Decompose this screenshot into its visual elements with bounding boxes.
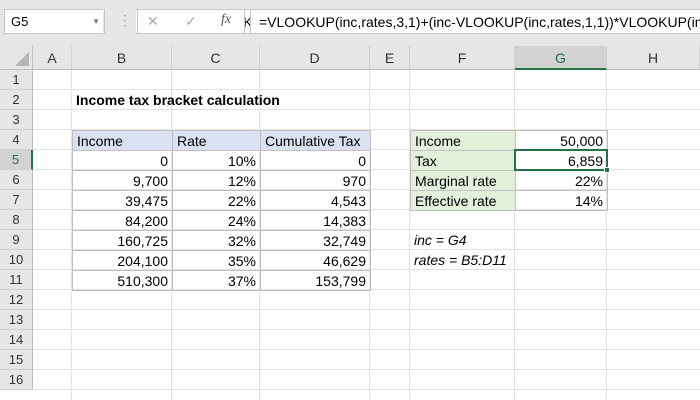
rates-cell[interactable]: 160,725 (72, 230, 173, 251)
row-header-15[interactable]: 15 (0, 350, 33, 370)
active-cell-border (514, 149, 608, 171)
row-header-2[interactable]: 2 (0, 90, 33, 110)
column-header-D[interactable]: D (260, 46, 370, 70)
rates-header-cell[interactable]: Cumulative Tax (260, 130, 371, 151)
fill-handle[interactable] (604, 167, 610, 173)
row-header-10[interactable]: 10 (0, 250, 33, 270)
formula-command-box: ✕ ✓ fx (137, 9, 245, 34)
drag-handle-icon[interactable]: ⋮ (118, 12, 132, 29)
rates-cell[interactable]: 204,100 (72, 250, 173, 271)
rates-cell[interactable]: 970 (260, 170, 371, 191)
rates-cell[interactable]: 12% (172, 170, 261, 191)
rates-cell[interactable]: 84,200 (72, 210, 173, 231)
row-header-4[interactable]: 4 (0, 130, 33, 150)
summary-value[interactable]: 22% (515, 170, 608, 191)
column-header-A[interactable]: A (33, 46, 72, 70)
rates-cell[interactable]: 35% (172, 250, 261, 271)
rates-cell[interactable]: 14,383 (260, 210, 371, 231)
rates-cell[interactable]: 10% (172, 150, 261, 171)
column-header-C[interactable]: C (172, 46, 260, 70)
formula-input[interactable]: =VLOOKUP(inc,rates,3,1)+(inc-VLOOKUP(inc… (250, 9, 700, 34)
insert-function-icon[interactable]: fx (221, 12, 231, 28)
row-header-8[interactable]: 8 (0, 210, 33, 230)
select-all-button[interactable] (0, 46, 33, 70)
rates-cell[interactable]: 24% (172, 210, 261, 231)
named-range-note[interactable]: inc = G4 (410, 230, 610, 250)
row-header-3[interactable]: 3 (0, 110, 33, 130)
column-header-G[interactable]: G (515, 46, 607, 70)
name-box[interactable]: G5 ▼ (4, 9, 106, 34)
row-header-5[interactable]: 5 (0, 150, 33, 170)
rates-cell[interactable]: 153,799 (260, 270, 371, 291)
column-header-E[interactable]: E (370, 46, 410, 70)
rates-cell[interactable]: 39,475 (72, 190, 173, 211)
column-header-B[interactable]: B (72, 46, 172, 70)
rates-cell[interactable]: 46,629 (260, 250, 371, 271)
row-header-14[interactable]: 14 (0, 330, 33, 350)
enter-icon[interactable]: ✓ (185, 13, 197, 30)
rates-cell[interactable]: 4,543 (260, 190, 371, 211)
rates-cell[interactable]: 9,700 (72, 170, 173, 191)
rates-cell[interactable]: 510,300 (72, 270, 173, 291)
sheet-title[interactable]: Income tax bracket calculation (72, 90, 372, 110)
rates-header-cell[interactable]: Income (72, 130, 173, 151)
summary-label[interactable]: Effective rate (410, 190, 516, 211)
rates-cell[interactable]: 0 (260, 150, 371, 171)
row-header-12[interactable]: 12 (0, 290, 33, 310)
rates-cell[interactable]: 22% (172, 190, 261, 211)
summary-value[interactable]: 50,000 (515, 130, 608, 151)
column-header-H[interactable]: H (607, 46, 700, 70)
summary-label[interactable]: Tax (410, 150, 516, 171)
name-box-value: G5 (11, 14, 29, 29)
row-header-16[interactable]: 16 (0, 370, 33, 390)
rates-cell[interactable]: 32,749 (260, 230, 371, 251)
summary-label[interactable]: Income (410, 130, 516, 151)
summary-label[interactable]: Marginal rate (410, 170, 516, 191)
row-header-11[interactable]: 11 (0, 270, 33, 290)
summary-value[interactable]: 14% (515, 190, 608, 211)
row-header-1[interactable]: 1 (0, 70, 33, 90)
rates-cell[interactable]: 37% (172, 270, 261, 291)
rates-header-cell[interactable]: Rate (172, 130, 261, 151)
row-header-6[interactable]: 6 (0, 170, 33, 190)
chevron-down-icon[interactable]: ▼ (92, 17, 100, 26)
row-header-9[interactable]: 9 (0, 230, 33, 250)
row-header-7[interactable]: 7 (0, 190, 33, 210)
row-header-13[interactable]: 13 (0, 310, 33, 330)
cancel-icon[interactable]: ✕ (147, 13, 159, 30)
rates-cell[interactable]: 0 (72, 150, 173, 171)
column-header-F[interactable]: F (410, 46, 515, 70)
named-range-note[interactable]: rates = B5:D11 (410, 250, 610, 270)
rates-cell[interactable]: 32% (172, 230, 261, 251)
